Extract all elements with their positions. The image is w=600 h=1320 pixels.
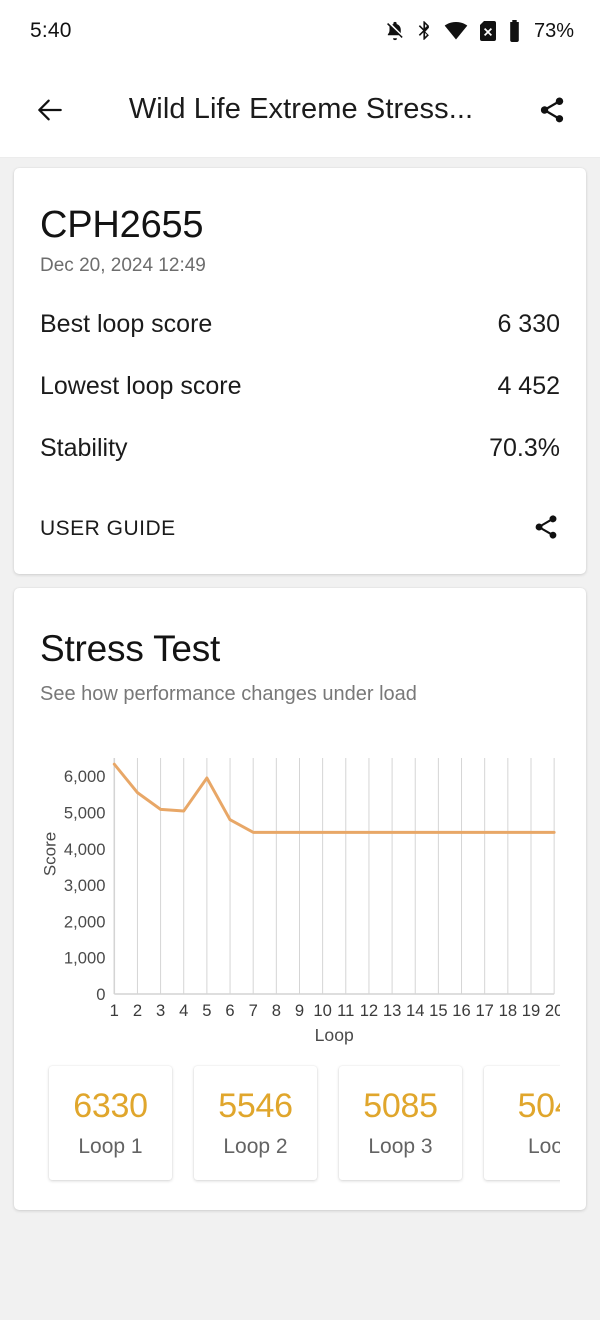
stress-test-title: Stress Test xyxy=(40,627,221,669)
y-axis-tick-label: 1,000 xyxy=(64,948,106,967)
stat-label: Stability xyxy=(40,433,128,462)
x-axis-tick-label: 20 xyxy=(545,1001,560,1020)
stat-value: 4 452 xyxy=(497,371,560,400)
x-axis-tick-label: 4 xyxy=(179,1001,188,1020)
back-button[interactable] xyxy=(28,88,72,132)
y-axis-tick-label: 6,000 xyxy=(64,767,106,786)
app-bar: Wild Life Extreme Stress... xyxy=(0,62,600,158)
battery-percent: 73% xyxy=(533,19,574,42)
loop-chip-score: 5546 xyxy=(218,1086,293,1125)
x-axis-tick-label: 12 xyxy=(360,1001,378,1020)
loop-chip-score: 504 xyxy=(517,1086,560,1125)
battery-icon xyxy=(508,20,521,42)
status-time: 5:40 xyxy=(30,19,72,42)
stat-label: Lowest loop score xyxy=(40,371,242,400)
y-axis-tick-label: 0 xyxy=(96,985,105,1004)
share-button[interactable] xyxy=(530,88,574,132)
x-axis-tick-label: 19 xyxy=(522,1001,540,1020)
loop-chip-score: 5085 xyxy=(363,1086,438,1125)
stat-row-stability: Stability 70.3% xyxy=(40,434,560,463)
x-axis-tick-label: 2 xyxy=(133,1001,142,1020)
stress-test-chart: 0 1,000 2,000 3,000 4,000 5,000 6,000 Score 1 2 3 4… xyxy=(40,750,560,1048)
loop-chip-score: 6330 xyxy=(73,1086,148,1125)
loop-chip[interactable]: 504 Loo xyxy=(484,1065,560,1180)
share-result-button[interactable] xyxy=(532,513,560,546)
loop-chip-label: Loo xyxy=(527,1134,560,1158)
x-axis-title: Loop xyxy=(315,1025,354,1045)
x-axis-tick-label: 6 xyxy=(225,1001,234,1020)
x-axis-tick-label: 15 xyxy=(429,1001,447,1020)
stress-test-subtitle: See how performance changes under load xyxy=(40,682,417,705)
loop-chip-label: Loop 2 xyxy=(223,1134,288,1158)
y-axis-title: Score xyxy=(41,832,60,876)
loop-chip-list[interactable]: 6330 Loop 1 5546 Loop 2 5085 Loop 3 504 … xyxy=(40,1058,560,1210)
stat-row-best-loop-score: Best loop score 6 330 xyxy=(40,310,560,339)
stress-test-card: Stress Test See how performance changes … xyxy=(14,587,586,1210)
y-axis-tick-label: 5,000 xyxy=(64,803,106,822)
x-axis-tick-label: 1 xyxy=(110,1001,119,1020)
loop-chip[interactable]: 6330 Loop 1 xyxy=(49,1065,172,1180)
result-timestamp: Dec 20, 2024 12:49 xyxy=(40,254,206,276)
user-guide-button[interactable]: USER GUIDE xyxy=(40,517,176,541)
stat-label: Best loop score xyxy=(40,309,213,338)
x-axis-tick-label: 8 xyxy=(272,1001,281,1020)
stat-row-lowest-loop-score: Lowest loop score 4 452 xyxy=(40,372,560,401)
x-axis-tick-label: 13 xyxy=(383,1001,401,1020)
chart-series-line xyxy=(112,762,556,834)
wifi-icon xyxy=(444,20,468,42)
stat-value: 6 330 xyxy=(497,309,560,338)
loop-chip-label: Loop 1 xyxy=(78,1134,143,1158)
loop-chip[interactable]: 5085 Loop 3 xyxy=(339,1065,462,1180)
x-axis-tick-label: 5 xyxy=(202,1001,211,1020)
bluetooth-icon xyxy=(417,20,433,42)
x-axis-tick-label: 10 xyxy=(313,1001,331,1020)
x-axis-tick-label: 11 xyxy=(337,1001,354,1020)
x-axis-tick-label: 17 xyxy=(475,1001,493,1020)
x-axis-tick-label: 9 xyxy=(295,1001,304,1020)
status-bar: 5:40 73% xyxy=(0,0,600,62)
page-title: Wild Life Extreme Stress... xyxy=(128,93,474,125)
y-axis-tick-label: 4,000 xyxy=(64,839,106,858)
x-axis-tick-label: 3 xyxy=(156,1001,165,1020)
bell-muted-icon xyxy=(384,20,406,42)
y-axis-tick-label: 2,000 xyxy=(64,912,106,931)
loop-chip[interactable]: 5546 Loop 2 xyxy=(194,1065,317,1180)
device-name: CPH2655 xyxy=(40,204,204,246)
user-guide-row: USER GUIDE xyxy=(40,513,560,546)
sim-card-missing-icon xyxy=(479,20,497,42)
y-axis-tick-label: 3,000 xyxy=(64,876,106,895)
x-axis-tick-label: 18 xyxy=(499,1001,517,1020)
stat-value: 70.3% xyxy=(489,433,560,462)
result-summary-card: CPH2655 Dec 20, 2024 12:49 Best loop sco… xyxy=(14,168,586,574)
status-icons: 73% xyxy=(384,20,574,43)
loop-chip-label: Loop 3 xyxy=(368,1134,433,1158)
x-axis-tick-label: 7 xyxy=(249,1001,258,1020)
loop-score-line-chart: 01,0002,0003,0004,0005,0006,000Score1 2 3 4… xyxy=(41,757,560,1045)
x-axis-tick-label: 14 xyxy=(406,1001,424,1020)
scroll-content[interactable]: CPH2655 Dec 20, 2024 12:49 Best loop sco… xyxy=(0,158,600,1320)
x-axis-tick-label: 16 xyxy=(452,1001,470,1020)
